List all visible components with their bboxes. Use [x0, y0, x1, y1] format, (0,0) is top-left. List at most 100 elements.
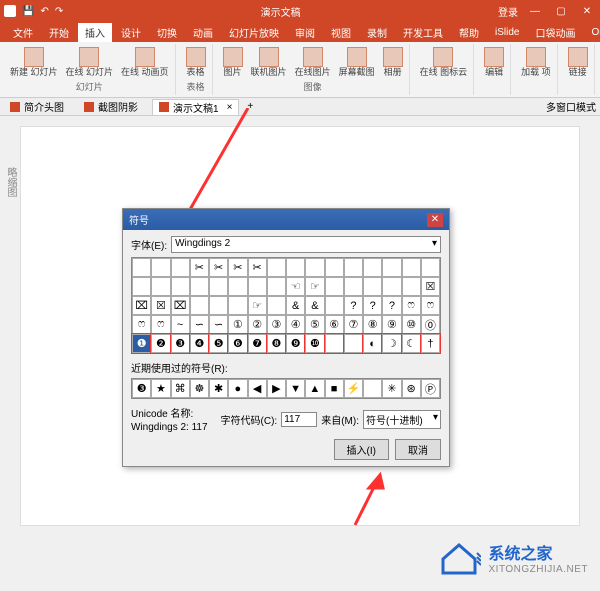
symbol-cell[interactable]: ◐ — [363, 334, 382, 353]
symbol-cell[interactable] — [286, 258, 305, 277]
symbol-cell[interactable]: ⑥ — [325, 315, 344, 334]
doc-tab-1[interactable]: 简介头图 — [4, 99, 70, 114]
charcode-input[interactable] — [281, 412, 317, 427]
from-select[interactable]: 符号(十进制)▾ — [363, 410, 441, 429]
symbol-cell[interactable]: ❶ — [132, 334, 151, 353]
table-button[interactable]: 表格 — [184, 46, 208, 78]
symbol-cell[interactable]: ☒ — [421, 277, 440, 296]
symbol-cell[interactable]: ❸ — [171, 334, 190, 353]
symbol-cell[interactable]: ③ — [267, 315, 286, 334]
symbol-cell[interactable]: ⑤ — [305, 315, 324, 334]
recent-symbol-cell[interactable]: ⚡ — [344, 379, 363, 398]
symbol-cell[interactable] — [402, 277, 421, 296]
symbol-cell[interactable] — [402, 258, 421, 277]
symbol-cell[interactable] — [325, 334, 344, 353]
symbol-cell[interactable] — [209, 277, 228, 296]
dialog-close-button[interactable]: ✕ — [427, 213, 443, 227]
tab-slideshow[interactable]: 幻灯片放映 — [222, 23, 286, 42]
symbol-cell[interactable]: ✂ — [190, 258, 209, 277]
symbol-cell[interactable] — [132, 258, 151, 277]
recent-symbol-cell[interactable]: ⌘ — [171, 379, 190, 398]
symbol-cell[interactable]: ✂ — [228, 258, 247, 277]
recent-symbol-cell[interactable]: ☸ — [190, 379, 209, 398]
symbol-cell[interactable] — [363, 277, 382, 296]
symbol-cell[interactable]: ~ — [171, 315, 190, 334]
recent-symbol-cell[interactable]: ■ — [325, 379, 344, 398]
symbol-cell[interactable] — [151, 258, 170, 277]
tab-help[interactable]: 帮助 — [452, 23, 486, 42]
symbol-cell[interactable]: ✂ — [248, 258, 267, 277]
symbol-cell[interactable]: ① — [228, 315, 247, 334]
symbol-cell[interactable]: ? — [344, 296, 363, 315]
tab-review[interactable]: 审阅 — [288, 23, 322, 42]
recent-symbol-cell[interactable]: Ⓟ — [421, 379, 440, 398]
new-slide-button[interactable]: 新建 幻灯片 — [8, 46, 60, 78]
tab-transitions[interactable]: 切换 — [150, 23, 184, 42]
tab-animations[interactable]: 动画 — [186, 23, 220, 42]
tab-insert[interactable]: 插入 — [78, 23, 112, 42]
recent-symbol-cell[interactable]: ▼ — [286, 379, 305, 398]
recent-symbol-cell[interactable]: ⊛ — [402, 379, 421, 398]
symbol-cell[interactable] — [267, 277, 286, 296]
symbol-cell[interactable]: ❽ — [267, 334, 286, 353]
symbol-cell[interactable] — [344, 334, 363, 353]
symbol-cell[interactable] — [209, 296, 228, 315]
close-button[interactable]: ✕ — [578, 2, 596, 20]
recent-symbol-cell[interactable]: ✳ — [382, 379, 401, 398]
redo-icon[interactable]: ↷ — [55, 6, 63, 17]
symbol-cell[interactable] — [305, 258, 324, 277]
symbol-cell[interactable] — [344, 258, 363, 277]
font-select[interactable]: Wingdings 2▾ — [171, 236, 441, 253]
symbol-cell[interactable] — [228, 296, 247, 315]
symbol-cell[interactable]: ⓪ — [421, 315, 440, 334]
recent-symbol-cell[interactable]: ✱ — [209, 379, 228, 398]
multiwin-label[interactable]: 多窗口模式 — [546, 99, 596, 114]
symbol-cell[interactable] — [151, 277, 170, 296]
symbol-cell[interactable]: ෆ — [132, 315, 151, 334]
online-pic-button[interactable]: 联机图片 — [249, 46, 289, 78]
symbol-cell[interactable]: ② — [248, 315, 267, 334]
online-pic2-button[interactable]: 在线图片 — [293, 46, 333, 78]
online-slide-button[interactable]: 在线 幻灯片 — [64, 46, 116, 78]
symbol-cell[interactable]: ❹ — [190, 334, 209, 353]
tab-design[interactable]: 设计 — [114, 23, 148, 42]
symbol-cell[interactable]: ✂ — [209, 258, 228, 277]
symbol-cell[interactable]: ④ — [286, 315, 305, 334]
tab-recording[interactable]: 录制 — [360, 23, 394, 42]
minimize-button[interactable]: — — [526, 2, 544, 20]
symbol-cell[interactable] — [190, 277, 209, 296]
picture-button[interactable]: 图片 — [221, 46, 245, 78]
tab-developer[interactable]: 开发工具 — [396, 23, 450, 42]
save-icon[interactable]: 💾 — [22, 6, 34, 17]
maximize-button[interactable]: ▢ — [552, 2, 570, 20]
recent-symbol-cell[interactable]: ● — [228, 379, 247, 398]
symbol-cell[interactable] — [171, 258, 190, 277]
symbol-cell[interactable]: ☽ — [382, 334, 401, 353]
symbol-cell[interactable] — [421, 258, 440, 277]
symbol-cell[interactable]: ❻ — [228, 334, 247, 353]
symbol-cell[interactable]: ∽ — [190, 315, 209, 334]
symbol-cell[interactable] — [267, 258, 286, 277]
symbol-cell[interactable]: ⑨ — [382, 315, 401, 334]
tab-home[interactable]: 开始 — [42, 23, 76, 42]
symbol-cell[interactable] — [382, 277, 401, 296]
tab-file[interactable]: 文件 — [6, 23, 40, 42]
symbol-cell[interactable]: ❼ — [248, 334, 267, 353]
symbol-cell[interactable]: ෆ — [151, 315, 170, 334]
symbol-cell[interactable] — [228, 277, 247, 296]
symbol-cell[interactable]: ⑩ — [402, 315, 421, 334]
iconcloud-button[interactable]: 在线 图标云 — [418, 46, 470, 78]
tab-islide[interactable]: iSlide — [488, 25, 526, 40]
symbol-cell[interactable]: ❺ — [209, 334, 228, 353]
symbol-cell[interactable]: † — [421, 334, 440, 353]
insert-button[interactable]: 插入(I) — [334, 439, 389, 460]
symbol-cell[interactable] — [382, 258, 401, 277]
symbol-cell[interactable] — [267, 296, 286, 315]
symbol-cell[interactable]: & — [286, 296, 305, 315]
symbol-cell[interactable]: ⌧ — [171, 296, 190, 315]
recent-symbol-cell[interactable] — [363, 379, 382, 398]
tab-view[interactable]: 视图 — [324, 23, 358, 42]
symbol-cell[interactable]: ☒ — [151, 296, 170, 315]
symbol-cell[interactable]: ☜ — [286, 277, 305, 296]
symbol-cell[interactable]: ❿ — [305, 334, 324, 353]
